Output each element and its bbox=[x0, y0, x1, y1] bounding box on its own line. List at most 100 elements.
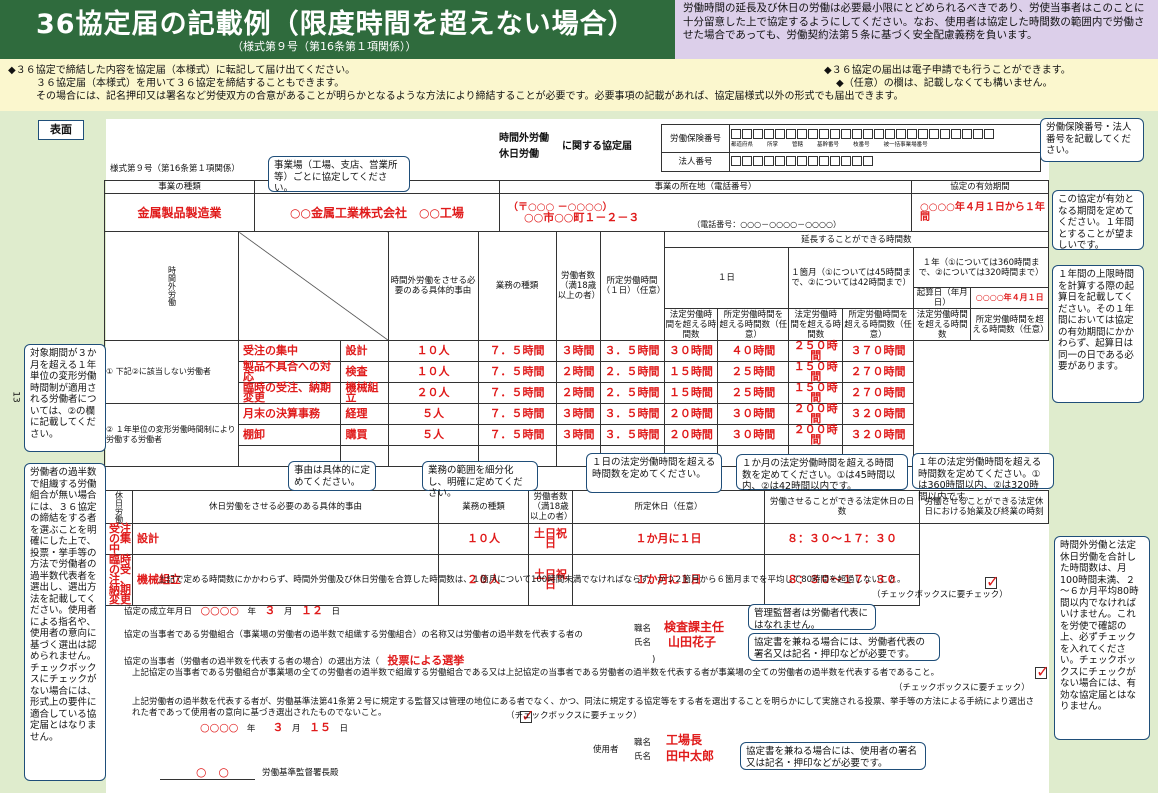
ot-row: 臨時の受注、納期変更 機械組立 ２０人 ７．５時間 ２時間 ２．５時間 １５時間 ２５時間 １５… bbox=[105, 382, 1049, 404]
digit-box[interactable] bbox=[786, 129, 796, 139]
hol-cell-reason: 臨時の受注、納期変更 bbox=[104, 554, 133, 606]
digit-box[interactable] bbox=[984, 129, 994, 139]
digit-box[interactable] bbox=[874, 129, 884, 139]
callout-start: １年間の上限時間を計算する際の起算日を記載してください。その１年間においては協定… bbox=[1052, 265, 1144, 403]
ot-cell-count: ２０人 bbox=[387, 382, 479, 404]
callout-unit: 事業場（工場、支店、営業所等）ごとに協定してください。 bbox=[268, 156, 410, 194]
callout-day: １日の法定労働時間を超える時間数を定めてください。 bbox=[586, 453, 722, 493]
limit-checkbox[interactable]: ✓ bbox=[985, 574, 999, 590]
digit-box[interactable] bbox=[863, 129, 873, 139]
ot-cell-d2: ３．５時間 bbox=[599, 403, 665, 425]
ot-cell-d1: ３時間 bbox=[555, 340, 601, 362]
party-label: 協定の当事者である労働組合（事業場の労働者の過半数で組織する労働組合）の名称又は… bbox=[124, 630, 583, 640]
callout-month: １か月の法定労働時間を超える時間数を定めてください。①は45時間以内、②は42時… bbox=[736, 454, 908, 492]
h-period: 協定の有効期間 bbox=[911, 180, 1049, 194]
corp-number-field[interactable] bbox=[729, 152, 1041, 172]
digit-box[interactable] bbox=[764, 155, 774, 166]
callout-sign-worker: 協定書を兼ねる場合には、労働者代表の署名又は記名・押印などが必要です。 bbox=[748, 633, 940, 661]
digit-box[interactable] bbox=[819, 129, 829, 139]
ot-cell-count: ５人 bbox=[387, 424, 479, 446]
method-close: ) bbox=[652, 655, 656, 665]
digit-box[interactable] bbox=[863, 155, 873, 166]
digit-box[interactable] bbox=[808, 129, 818, 139]
digit-box[interactable] bbox=[819, 155, 829, 166]
digit-box[interactable] bbox=[764, 129, 774, 139]
employer-label: 使用者 bbox=[593, 745, 619, 755]
digit-box[interactable] bbox=[775, 155, 785, 166]
shimei-label-1: 氏名 bbox=[634, 638, 652, 648]
employer-title: 工場長 bbox=[666, 733, 703, 747]
ot-cell-y2: ３７０時間 bbox=[842, 340, 915, 362]
ot-cell-fixed: ７．５時間 bbox=[477, 340, 557, 362]
hol-cell-reason: 受注の集中 bbox=[104, 523, 133, 555]
overtime-table: 時間外労働 時間外労働をさせる必要のある具体的事由 業務の種類 労働者数（満18… bbox=[104, 231, 1050, 467]
digit-box[interactable] bbox=[797, 129, 807, 139]
holiday-table: 休日労働 休日労働をさせる必要のある具体的事由 業務の種類 労働者数（満18歳以上の… bbox=[104, 490, 1049, 606]
ot-cell-m2: ２５時間 bbox=[717, 361, 790, 383]
worker-name: 山田花子 bbox=[668, 635, 717, 649]
digit-box[interactable] bbox=[852, 155, 862, 166]
digit-box[interactable] bbox=[775, 129, 785, 139]
ot-cell-m2: ３０時間 bbox=[717, 424, 790, 446]
digit-box[interactable] bbox=[786, 155, 796, 166]
digit-box[interactable] bbox=[830, 155, 840, 166]
digit-box[interactable] bbox=[852, 129, 862, 139]
digit-box[interactable] bbox=[918, 129, 928, 139]
side-tab: 表面 bbox=[38, 120, 84, 140]
hi: 日 bbox=[331, 607, 341, 617]
ot-cell-fixed: ７．５時間 bbox=[477, 382, 557, 404]
form-number: 様式第９号（第16条第１項関係） bbox=[110, 164, 240, 174]
digit-box[interactable] bbox=[742, 129, 752, 139]
digit-box[interactable] bbox=[753, 155, 763, 166]
ot-cell-m2: ４０時間 bbox=[717, 340, 790, 362]
union-text: 上記協定の当事者である労働組合が事業場の全ての労働者の過半数で組織する労働組合で… bbox=[132, 668, 940, 678]
ot-cell-y2: ２７０時間 bbox=[842, 382, 915, 404]
digit-box[interactable] bbox=[929, 129, 939, 139]
instruction-5: ◆（任意）の欄は、記載しなくても構いません。 bbox=[836, 78, 1053, 89]
digit-box[interactable] bbox=[951, 129, 961, 139]
digit-box[interactable] bbox=[731, 155, 741, 166]
method-line: 協定の当事者（労働者の過半数を代表する者の場合）の選出方法（ 投票による選挙 bbox=[124, 655, 464, 668]
hol-cell-times: １か月に１日 bbox=[572, 523, 765, 555]
ins-sub-label: 枝番号 bbox=[853, 142, 870, 148]
ot-diagonal bbox=[238, 231, 389, 341]
h-ot-count: 労働者数（満18歳以上の者） bbox=[555, 231, 601, 341]
hol-side-label: 休日労働 bbox=[104, 490, 133, 524]
ot-row: ① 下記②に該当しない労働者 受注の集中 設計 １０人 ７．５時間 ３時間 ３．５時間 ３０時… bbox=[104, 340, 1049, 404]
h-legal-2: 法定労働時間を超える時間数 bbox=[788, 308, 844, 341]
ot-row: 製品不具合への対応 検査 １０人 ７．５時間 ２時間 ２．５時間 １５時間 ２５時間 １５０時間… bbox=[105, 361, 1049, 383]
digit-box[interactable] bbox=[962, 129, 972, 139]
ot-cell-d2: ３．５時間 bbox=[599, 340, 665, 362]
digit-box[interactable] bbox=[742, 155, 752, 166]
digit-box[interactable] bbox=[841, 129, 851, 139]
ot-cell-reason: 月末の決算事務 bbox=[237, 403, 342, 425]
digit-box[interactable] bbox=[797, 155, 807, 166]
tsuki: 月 bbox=[284, 607, 293, 617]
digit-box[interactable] bbox=[907, 129, 917, 139]
union-checkbox[interactable]: ✓ bbox=[1035, 664, 1050, 680]
office-label: 労働基準監督署長殿 bbox=[262, 768, 339, 778]
digit-box[interactable] bbox=[896, 129, 906, 139]
digit-box[interactable] bbox=[808, 155, 818, 166]
h-fixedover-2: 所定労働時間を超える時間数（任意） bbox=[842, 308, 915, 341]
digit-box[interactable] bbox=[940, 129, 950, 139]
ot-cell-y1: １５０時間 bbox=[788, 361, 844, 383]
insurance-number-field[interactable]: 都道府県 所掌 管轄 基幹番号 枝番号 被一括事業場番号 bbox=[729, 124, 1041, 153]
h-fixedover-1: 所定労働時間を超える時間数（任意） bbox=[717, 308, 790, 341]
digit-box[interactable] bbox=[753, 129, 763, 139]
digit-box[interactable] bbox=[973, 129, 983, 139]
office-underline bbox=[160, 779, 255, 780]
ot-cell-y1: ２００時間 bbox=[788, 424, 844, 446]
ot-cell-job: 経理 bbox=[340, 403, 389, 425]
date2-day: １５ bbox=[309, 721, 331, 734]
instruction-band: ◆３６協定で締結した内容を協定届（本様式）に転記して届け出てください。 ３６協定… bbox=[0, 59, 1158, 111]
digit-box[interactable] bbox=[885, 129, 895, 139]
ot-cell-m1: ２０時間 bbox=[663, 424, 719, 446]
digit-box[interactable] bbox=[731, 129, 741, 139]
shimei-label-2: 氏名 bbox=[634, 752, 652, 762]
established-date: 協定の成立年月日 ○○○○ 年 ３ 月 １２ 日 bbox=[124, 605, 340, 618]
digit-box[interactable] bbox=[841, 155, 851, 166]
business-address: （〒○○○ －○○○○） ○○市○○町１－２－３ （電話番号：○○○－○○○○－○○… bbox=[499, 193, 912, 232]
digit-box[interactable] bbox=[830, 129, 840, 139]
insurance-table: 労働保険番号 都道府県 所掌 管轄 基幹番号 枝番号 被一括事業場番号 法人番号 bbox=[661, 124, 1041, 172]
